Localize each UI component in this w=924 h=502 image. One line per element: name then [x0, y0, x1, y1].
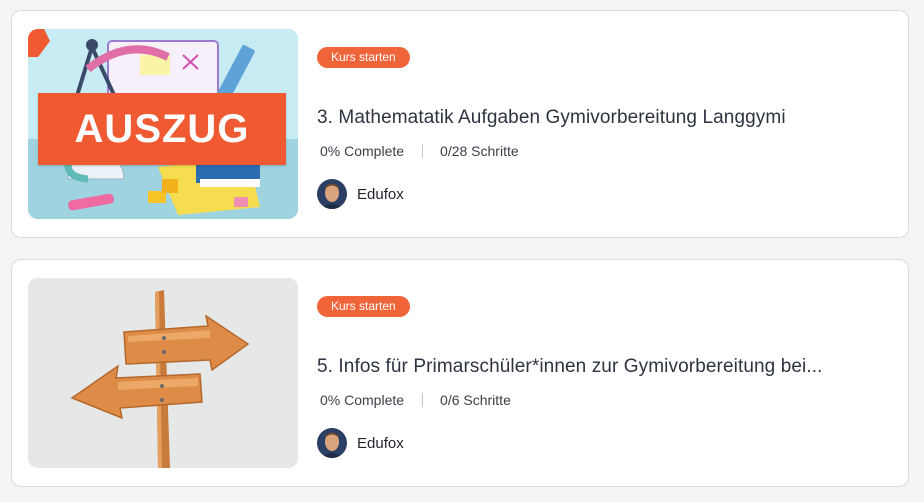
- avatar-portrait-icon: [317, 179, 347, 209]
- course-title[interactable]: 5. Infos für Primarschüler*innen zur Gym…: [317, 356, 823, 378]
- course-author: Edufox: [317, 179, 404, 209]
- start-course-badge[interactable]: Kurs starten: [317, 296, 410, 317]
- course-progress-meta: 0% Complete 0/28 Schritte: [320, 143, 519, 159]
- start-course-badge[interactable]: Kurs starten: [317, 47, 410, 68]
- progress-text: 0% Complete: [320, 392, 405, 408]
- course-author: Edufox: [317, 428, 404, 458]
- progress-text: 0% Complete: [320, 143, 405, 159]
- avatar: [317, 179, 347, 209]
- author-name: Edufox: [357, 185, 404, 203]
- course-title[interactable]: 3. Mathematatik Aufgaben Gymivorbereitun…: [317, 107, 786, 129]
- course-thumbnail[interactable]: [28, 278, 298, 468]
- meta-divider: [422, 393, 424, 407]
- steps-text: 0/28 Schritte: [440, 143, 519, 159]
- course-progress-meta: 0% Complete 0/6 Schritte: [320, 392, 511, 408]
- course-card[interactable]: Kurs starten 5. Infos für Primarschüler*…: [11, 259, 909, 487]
- avatar: [317, 428, 347, 458]
- author-name: Edufox: [357, 434, 404, 452]
- wooden-signpost-illustration: [28, 278, 298, 468]
- steps-text: 0/6 Schritte: [440, 392, 511, 408]
- course-thumbnail[interactable]: AUSZUG: [28, 29, 298, 219]
- course-card[interactable]: AUSZUG Kurs starten 3. Mathematatik Aufg…: [11, 10, 909, 238]
- avatar-portrait-icon: [317, 428, 347, 458]
- auszug-overlay: AUSZUG: [38, 93, 286, 165]
- meta-divider: [422, 144, 424, 158]
